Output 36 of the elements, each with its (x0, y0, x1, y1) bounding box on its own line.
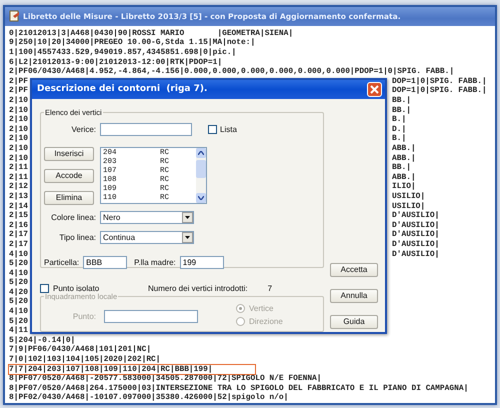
field-label: Punto: (72, 312, 96, 322)
scrollbar-thumb[interactable] (196, 160, 206, 178)
dialog-button[interactable]: Guida (330, 314, 378, 329)
dropdown[interactable]: Continua (100, 230, 194, 244)
list-button[interactable]: Accode (44, 168, 94, 183)
field-label: Tipo linea: (58, 232, 96, 242)
list-button[interactable]: Inserisci (44, 146, 94, 161)
count-label: Numero dei vertici introdotti: (148, 284, 248, 293)
radio-label: Direzione (249, 316, 283, 326)
radio-label: Vertice (249, 304, 274, 313)
scroll-up-button[interactable] (196, 148, 206, 158)
parcel-field[interactable]: BBB (83, 256, 128, 269)
dropdown[interactable]: Nero (100, 210, 194, 224)
scroll-down-button[interactable] (196, 192, 206, 203)
chevron-up-icon (198, 150, 204, 155)
dialog-title: Descrizione dei contorni (riga 7). (37, 84, 208, 94)
parent-parcel-field[interactable]: 199 (180, 256, 224, 269)
field-label: Verice: (70, 124, 96, 134)
list-button[interactable]: Elimina (44, 190, 94, 205)
vertex-field[interactable] (100, 122, 192, 136)
document-icon (9, 10, 20, 22)
count-value: 7 (268, 284, 272, 293)
caret-icon (185, 216, 190, 219)
field-label: Particella: (44, 258, 80, 267)
close-icon (370, 84, 379, 94)
caret-icon (185, 236, 190, 239)
checkbox[interactable] (208, 124, 217, 134)
checkbox-label: Lista (220, 124, 237, 134)
checkbox-label: Punto isolato (53, 284, 100, 293)
dialog-button[interactable]: Accetta (330, 262, 378, 277)
checkbox[interactable] (40, 284, 49, 293)
field-label: Colore linea: (50, 212, 96, 222)
field-label: P.lla madre: (134, 258, 176, 267)
chevron-down-icon (198, 196, 204, 200)
close-button[interactable] (367, 82, 382, 97)
dialog-button[interactable]: Annulla (330, 288, 378, 303)
